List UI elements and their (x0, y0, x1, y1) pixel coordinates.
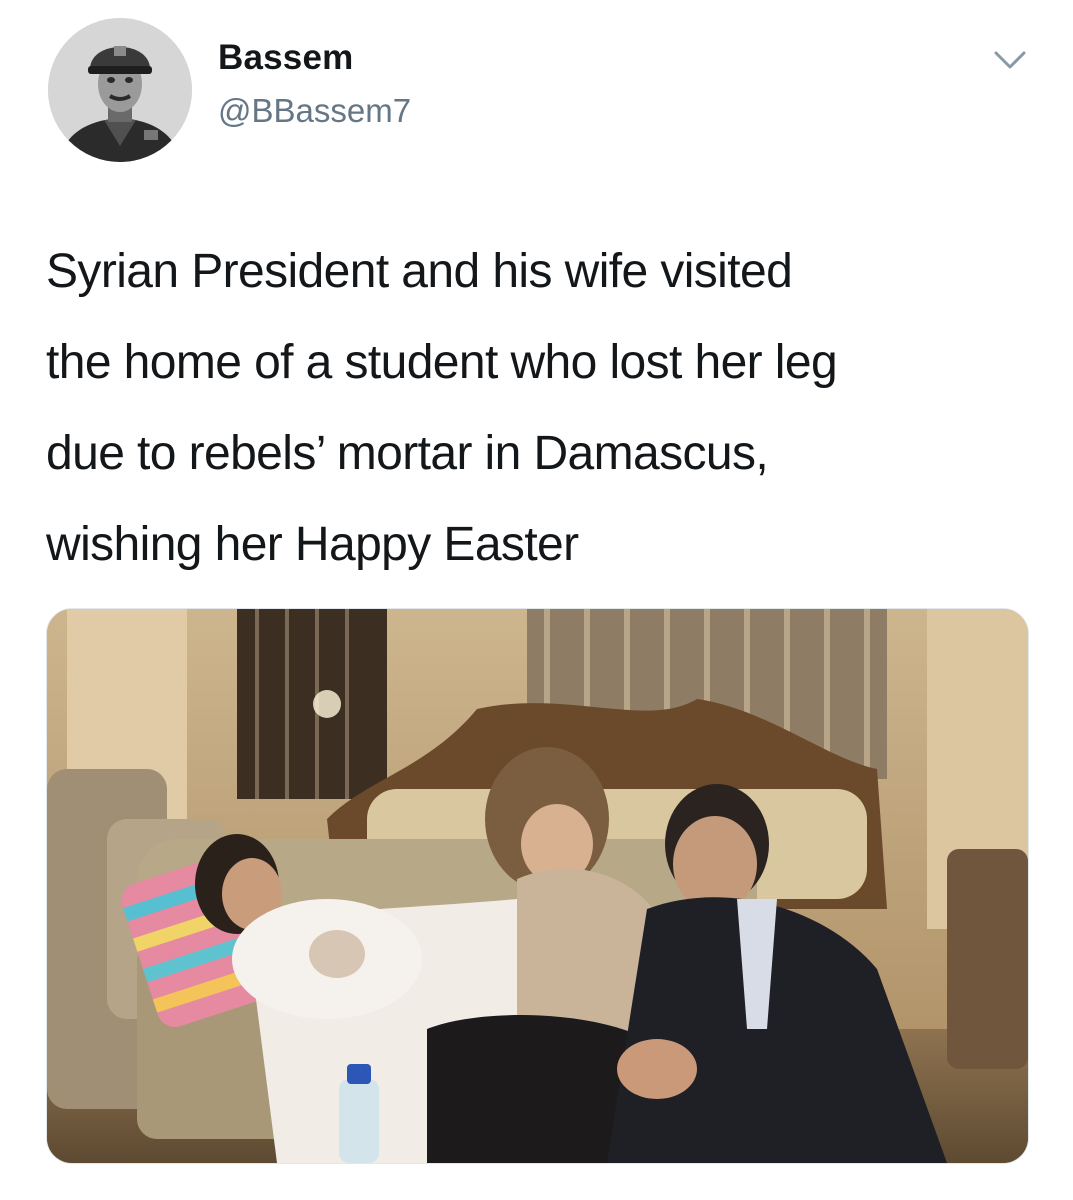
author-display-name[interactable]: Bassem (218, 38, 353, 78)
tweet-card: Bassem @BBassem7 Syrian President and hi… (0, 0, 1073, 1200)
chevron-down-icon[interactable] (990, 40, 1030, 80)
author-avatar[interactable] (48, 18, 192, 162)
tweet-text: Syrian President and his wife visited th… (46, 245, 838, 571)
author-handle[interactable]: @BBassem7 (218, 92, 411, 130)
tweet-photo[interactable] (46, 608, 1029, 1164)
